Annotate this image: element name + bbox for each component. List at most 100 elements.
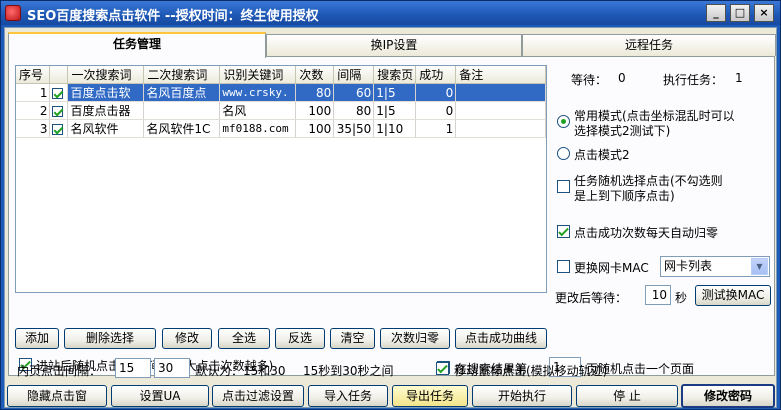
mode-2-radio[interactable] bbox=[557, 147, 570, 160]
cell-no: 3 bbox=[16, 119, 51, 138]
reset-count-button[interactable]: 次数归零 bbox=[380, 328, 450, 349]
invert-selection-button[interactable]: 反选 bbox=[275, 328, 325, 349]
success-curve-button[interactable]: 点击成功曲线 bbox=[455, 328, 547, 349]
chevron-down-icon[interactable]: ▼ bbox=[751, 258, 768, 275]
col-header-times[interactable]: 次数 bbox=[295, 66, 335, 84]
table-row[interactable]: 2 百度点击器 名风 100 80 1|5 0 bbox=[16, 101, 546, 120]
seconds-unit-label: 秒 bbox=[675, 291, 688, 305]
col-header-interval[interactable]: 间隔 bbox=[333, 66, 375, 84]
cell-kw2: 名风百度点 bbox=[143, 83, 221, 102]
import-tasks-button[interactable]: 导入任务 bbox=[308, 385, 388, 407]
cell-success: 0 bbox=[415, 83, 457, 102]
select-all-button[interactable]: 全选 bbox=[218, 328, 270, 349]
random-order-label-2: 是上到下顺序点击) bbox=[574, 189, 675, 203]
waiting-label: 等待： bbox=[571, 73, 608, 87]
delete-selected-button[interactable]: 删除选择 bbox=[64, 328, 156, 349]
table-row[interactable]: 1 百度点击软 名风百度点 www.crsky. 80 60 1|5 0 bbox=[16, 83, 546, 102]
col-header-match[interactable]: 识别关键词 bbox=[219, 66, 297, 84]
random-order-checkbox[interactable] bbox=[557, 180, 570, 193]
app-window: SEO百度搜索点击软件 --授权时间：终生使用授权 _ □ × 任务管理 换IP… bbox=[0, 0, 781, 410]
minimize-button[interactable]: _ bbox=[706, 4, 726, 22]
cell-kw1: 名风软件 bbox=[67, 119, 145, 138]
cell-times: 100 bbox=[295, 119, 335, 138]
daily-reset-checkbox[interactable] bbox=[557, 225, 570, 238]
daily-reset-label: 点击成功次数每天自动归零 bbox=[574, 226, 719, 240]
cell-success: 1 bbox=[415, 119, 457, 138]
window-title: SEO百度搜索点击软件 --授权时间：终生使用授权 bbox=[27, 9, 319, 24]
cell-page: 1|10 bbox=[373, 119, 417, 138]
client-area: 任务管理 换IP设置 远程任务 序号 一次搜索词 二次搜索词 识别关键词 次数 … bbox=[4, 27, 777, 408]
waiting-value: 0 bbox=[618, 71, 626, 85]
cell-note bbox=[455, 119, 546, 138]
edit-task-button[interactable]: 修改 bbox=[162, 328, 212, 349]
tab-ip-settings[interactable]: 换IP设置 bbox=[266, 34, 522, 56]
task-table: 序号 一次搜索词 二次搜索词 识别关键词 次数 间隔 搜索页 成功 备注 1 百… bbox=[16, 66, 546, 138]
row-checkbox[interactable] bbox=[52, 87, 64, 99]
tab-task-management[interactable]: 任务管理 bbox=[8, 32, 266, 58]
start-button[interactable]: 开始执行 bbox=[472, 385, 572, 407]
col-header-no[interactable]: 序号 bbox=[16, 66, 51, 84]
col-header-success[interactable]: 成功 bbox=[415, 66, 457, 84]
inner-interval-label: 内页点击间隔： bbox=[17, 364, 102, 378]
row-checkbox[interactable] bbox=[52, 105, 64, 117]
hide-window-button[interactable]: 隐藏点击窗 bbox=[7, 385, 107, 407]
inner-min-input[interactable]: 15 bbox=[115, 358, 151, 378]
bottom-button-bar: 隐藏点击窗 设置UA 点击过滤设置 导入任务 导出任务 开始执行 停 止 修改密… bbox=[5, 384, 778, 408]
clear-button[interactable]: 清空 bbox=[330, 328, 375, 349]
row-checkbox[interactable] bbox=[52, 123, 64, 135]
cell-interval: 60 bbox=[333, 83, 375, 102]
set-ua-button[interactable]: 设置UA bbox=[111, 385, 209, 407]
cell-times: 80 bbox=[295, 83, 335, 102]
mode-normal-radio[interactable] bbox=[557, 115, 570, 128]
col-header-kw2[interactable]: 二次搜索词 bbox=[143, 66, 221, 84]
title-bar[interactable]: SEO百度搜索点击软件 --授权时间：终生使用授权 _ □ × bbox=[1, 1, 780, 25]
filter-settings-button[interactable]: 点击过滤设置 bbox=[212, 385, 304, 407]
wait-seconds-input[interactable]: 10 bbox=[645, 285, 671, 305]
running-value: 1 bbox=[735, 71, 743, 85]
move-mouse-label: 移动鼠标点击(模拟移动轨迹) bbox=[454, 364, 608, 378]
cell-check[interactable] bbox=[49, 101, 69, 120]
tab-bar: 任务管理 换IP设置 远程任务 bbox=[8, 32, 776, 58]
mode-normal-label-2: 选择模式2测试下) bbox=[574, 124, 671, 138]
cell-check[interactable] bbox=[49, 119, 69, 138]
task-panel: 序号 一次搜索词 二次搜索词 识别关键词 次数 间隔 搜索页 成功 备注 1 百… bbox=[8, 56, 775, 377]
change-mac-checkbox[interactable] bbox=[557, 260, 570, 273]
cell-check[interactable] bbox=[49, 83, 69, 102]
col-header-page[interactable]: 搜索页 bbox=[373, 66, 417, 84]
range-hint-label: 15秒到30秒之间 bbox=[303, 364, 394, 378]
nic-select-value: 网卡列表 bbox=[664, 259, 713, 273]
default-hint-label: 默认为：15和30 bbox=[195, 364, 286, 378]
add-task-button[interactable]: 添加 bbox=[15, 328, 59, 349]
maximize-button[interactable]: □ bbox=[730, 4, 750, 22]
cell-kw2: 名风软件1C bbox=[143, 119, 221, 138]
cell-no: 1 bbox=[16, 83, 51, 102]
nic-select[interactable]: 网卡列表 ▼ bbox=[660, 256, 770, 277]
cell-kw2 bbox=[143, 101, 221, 120]
move-mouse-checkbox[interactable] bbox=[436, 362, 449, 375]
col-header-note[interactable]: 备注 bbox=[455, 66, 546, 84]
cell-interval: 80 bbox=[333, 101, 375, 120]
export-tasks-button[interactable]: 导出任务 bbox=[392, 385, 468, 407]
inner-max-input[interactable]: 30 bbox=[154, 358, 190, 378]
stop-button[interactable]: 停 止 bbox=[576, 385, 678, 407]
app-icon bbox=[5, 5, 21, 21]
cell-no: 2 bbox=[16, 101, 51, 120]
cell-interval: 35|50 bbox=[333, 119, 375, 138]
change-password-button[interactable]: 修改密码 bbox=[681, 384, 775, 408]
cell-kw1: 百度点击器 bbox=[67, 101, 145, 120]
cell-match: www.crsky. bbox=[219, 83, 297, 102]
col-header-kw1[interactable]: 一次搜索词 bbox=[67, 66, 145, 84]
cell-match: 名风 bbox=[219, 101, 297, 120]
col-header-check[interactable] bbox=[49, 66, 69, 84]
task-list[interactable]: 序号 一次搜索词 二次搜索词 识别关键词 次数 间隔 搜索页 成功 备注 1 百… bbox=[15, 65, 547, 293]
cell-times: 100 bbox=[295, 101, 335, 120]
tab-remote-tasks[interactable]: 远程任务 bbox=[522, 34, 776, 56]
test-mac-button[interactable]: 测试换MAC bbox=[695, 285, 771, 306]
close-button[interactable]: × bbox=[754, 4, 774, 22]
cell-kw1: 百度点击软 bbox=[67, 83, 145, 102]
table-header: 序号 一次搜索词 二次搜索词 识别关键词 次数 间隔 搜索页 成功 备注 bbox=[16, 66, 546, 84]
cell-note bbox=[455, 101, 546, 120]
cell-page: 1|5 bbox=[373, 101, 417, 120]
table-row[interactable]: 3 名风软件 名风软件1C mf0188.com 100 35|50 1|10 … bbox=[16, 119, 546, 138]
cell-note bbox=[455, 83, 546, 102]
